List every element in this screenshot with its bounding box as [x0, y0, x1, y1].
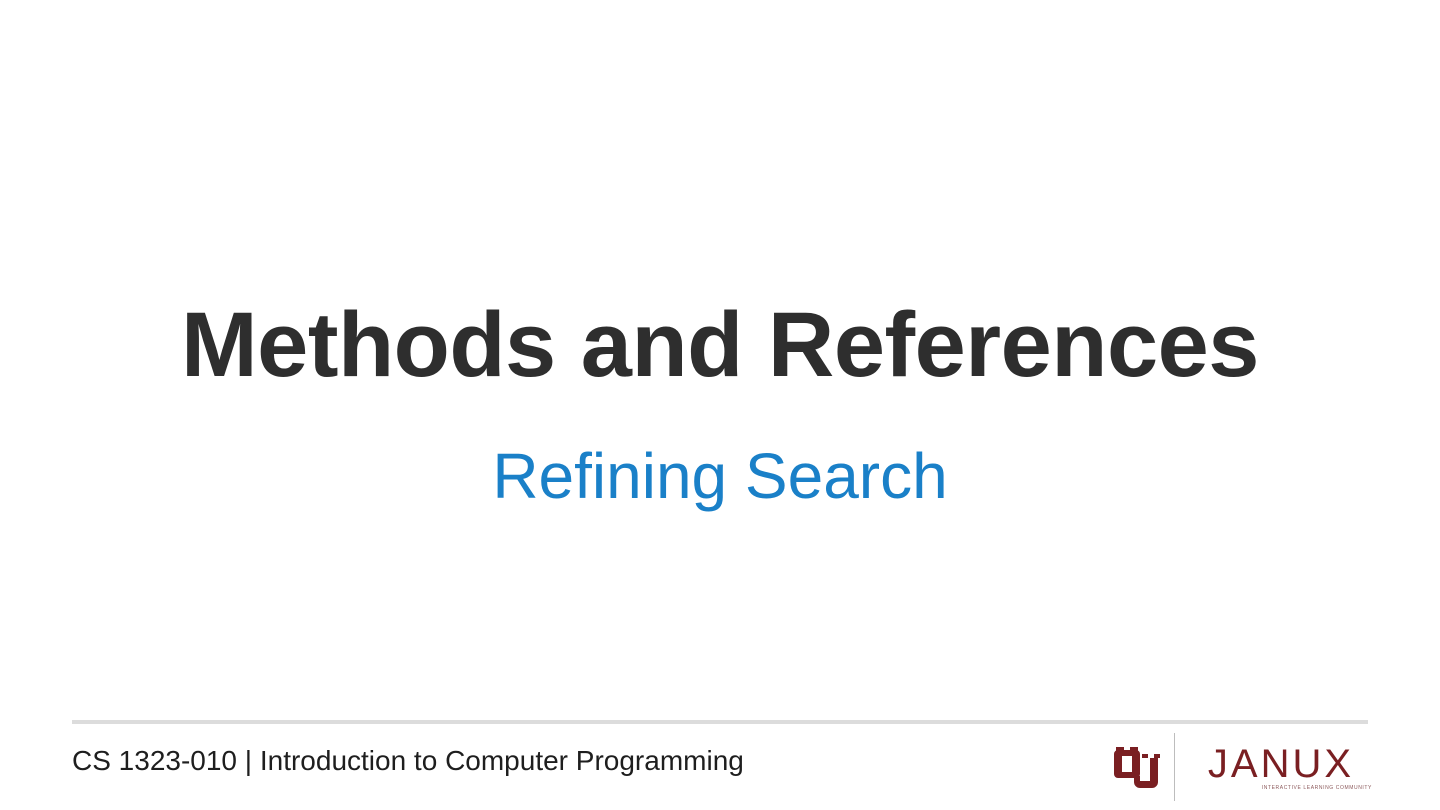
logo-separator	[1174, 733, 1175, 801]
janux-wordmark: JANUX	[1207, 742, 1355, 786]
slide: Methods and References Refining Search C…	[0, 0, 1440, 810]
footer-divider	[72, 720, 1368, 724]
course-footer-text: CS 1323-010 | Introduction to Computer P…	[72, 745, 744, 776]
ou-logo-icon	[1114, 747, 1160, 788]
slide-subtitle: Refining Search	[492, 440, 948, 512]
janux-logo: JANUX INTERACTIVE LEARNING COMMUNITY	[1190, 744, 1372, 794]
janux-tagline: INTERACTIVE LEARNING COMMUNITY	[1261, 785, 1372, 791]
slide-title: Methods and References	[181, 294, 1259, 396]
